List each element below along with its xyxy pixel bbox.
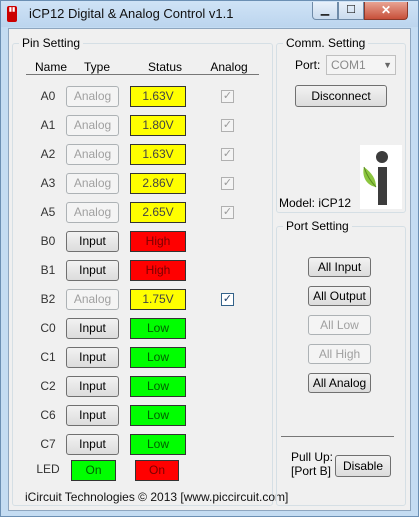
- minimize-icon: ▁: [320, 4, 330, 16]
- pin-name: B1: [40, 263, 56, 277]
- comm-setting-title: Comm. Setting: [283, 36, 369, 50]
- port-button[interactable]: All Output: [308, 286, 371, 306]
- disconnect-button[interactable]: Disconnect: [295, 85, 387, 107]
- pin-status-indicator: 2.86V: [130, 173, 186, 194]
- pin-type-button[interactable]: Input: [66, 347, 119, 368]
- pin-name: B0: [40, 234, 56, 248]
- header-status: Status: [147, 60, 183, 74]
- pin-row: B0 Input High: [9, 231, 269, 253]
- pin-status-indicator: Low: [130, 434, 186, 455]
- pin-type-button[interactable]: Input: [66, 405, 119, 426]
- pin-row: C6 Input Low: [9, 405, 269, 427]
- pin-name: C7: [40, 437, 56, 451]
- pin-status-indicator: High: [130, 260, 186, 281]
- pin-type-button[interactable]: Input: [66, 231, 119, 252]
- pin-status-indicator: Low: [130, 318, 186, 339]
- analog-checkbox[interactable]: ✓: [221, 177, 234, 190]
- chevron-down-icon: ▼: [383, 60, 392, 70]
- pin-name: C1: [40, 350, 56, 364]
- analog-checkbox[interactable]: ✓: [221, 293, 234, 306]
- pin-name: C2: [40, 379, 56, 393]
- pin-name: A3: [40, 176, 56, 190]
- pin-status-indicator: 1.75V: [130, 289, 186, 310]
- pin-row: A2 Analog 1.63V ✓: [9, 144, 269, 166]
- close-icon: ✕: [380, 3, 392, 17]
- minimize-button[interactable]: ▁: [312, 2, 338, 20]
- pin-row: A3 Analog 2.86V ✓: [9, 173, 269, 195]
- pin-status-indicator: 1.63V: [130, 144, 186, 165]
- pin-type-button[interactable]: Input: [66, 434, 119, 455]
- close-button[interactable]: ✕: [364, 2, 408, 20]
- pin-row: B1 Input High: [9, 260, 269, 282]
- pin-row: B2 Analog 1.75V ✓: [9, 289, 269, 311]
- pin-type-button[interactable]: Analog: [66, 202, 119, 223]
- pin-status-indicator: Low: [130, 376, 186, 397]
- led-on-indicator[interactable]: On: [71, 460, 116, 481]
- analog-checkbox[interactable]: ✓: [221, 119, 234, 132]
- pin-name: B2: [40, 292, 56, 306]
- title-bar: ▮▮ iCP12 Digital & Analog Control v1.1 ▁…: [1, 1, 418, 27]
- pin-type-button[interactable]: Input: [66, 376, 119, 397]
- pin-row: A1 Analog 1.80V ✓: [9, 115, 269, 137]
- pin-type-button[interactable]: Analog: [66, 115, 119, 136]
- pin-row: A0 Analog 1.63V ✓: [9, 86, 269, 108]
- app-window: ▮▮ iCP12 Digital & Analog Control v1.1 ▁…: [0, 0, 419, 517]
- pin-type-button[interactable]: Analog: [66, 173, 119, 194]
- pin-setting-title: Pin Setting: [19, 36, 84, 50]
- pin-name: A2: [40, 147, 56, 161]
- port-button[interactable]: All Analog: [308, 373, 371, 393]
- pin-type-button[interactable]: Analog: [66, 144, 119, 165]
- header-name: Name: [34, 60, 67, 74]
- pin-row: C2 Input Low: [9, 376, 269, 398]
- window-title: iCP12 Digital & Analog Control v1.1: [29, 6, 234, 21]
- port-button[interactable]: All Input: [308, 257, 371, 277]
- analog-checkbox[interactable]: ✓: [221, 206, 234, 219]
- analog-checkbox[interactable]: ✓: [221, 148, 234, 161]
- pin-type-button[interactable]: Analog: [66, 289, 119, 310]
- port-button[interactable]: All High: [308, 344, 371, 364]
- pin-status-indicator: Low: [130, 347, 186, 368]
- pullup-label: Pull Up:: [291, 450, 334, 464]
- footer-text: iCircuit Technologies © 2013 [www.piccir…: [25, 490, 289, 504]
- pin-name: A0: [40, 89, 56, 103]
- port-button[interactable]: All Low: [308, 315, 371, 335]
- pin-type-button[interactable]: Input: [66, 318, 119, 339]
- pin-status-indicator: 1.63V: [130, 86, 186, 107]
- pin-row: C0 Input Low: [9, 318, 269, 340]
- header-analog: Analog: [210, 60, 248, 74]
- port-label: Port:: [295, 58, 321, 72]
- icircuit-logo-icon: [360, 145, 402, 209]
- pin-row: C7 Input Low: [9, 434, 269, 456]
- pin-status-indicator: Low: [130, 405, 186, 426]
- led-label: LED: [36, 462, 60, 476]
- pin-status-indicator: 2.65V: [130, 202, 186, 223]
- header-divider: [26, 74, 259, 75]
- pin-type-button[interactable]: Input: [66, 260, 119, 281]
- pin-status-indicator: 1.80V: [130, 115, 186, 136]
- pin-name: A5: [40, 205, 56, 219]
- port-setting-title: Port Setting: [283, 219, 352, 233]
- port-value: COM1: [331, 58, 366, 72]
- app-icon: ▮▮: [7, 6, 17, 22]
- pin-status-indicator: High: [130, 231, 186, 252]
- pin-row: C1 Input Low: [9, 347, 269, 369]
- led-off-indicator[interactable]: On: [135, 460, 179, 481]
- pin-row: A5 Analog 2.65V ✓: [9, 202, 269, 224]
- pullup-disable-button[interactable]: Disable: [335, 455, 391, 477]
- header-type: Type: [83, 60, 110, 74]
- maximize-button[interactable]: ☐: [338, 2, 364, 20]
- port-select[interactable]: COM1 ▼: [326, 55, 396, 75]
- client-area: Pin Setting Name Type Status Analog A0 An…: [8, 28, 411, 511]
- pullup-divider: [281, 436, 394, 437]
- model-label: Model: iCP12: [279, 196, 352, 210]
- pin-name: C6: [40, 408, 56, 422]
- maximize-icon: ☐: [346, 4, 356, 16]
- pin-type-button[interactable]: Analog: [66, 86, 119, 107]
- pin-name: C0: [40, 321, 56, 335]
- analog-checkbox[interactable]: ✓: [221, 90, 234, 103]
- pin-name: A1: [40, 118, 56, 132]
- pullup-port-label: [Port B]: [291, 464, 332, 478]
